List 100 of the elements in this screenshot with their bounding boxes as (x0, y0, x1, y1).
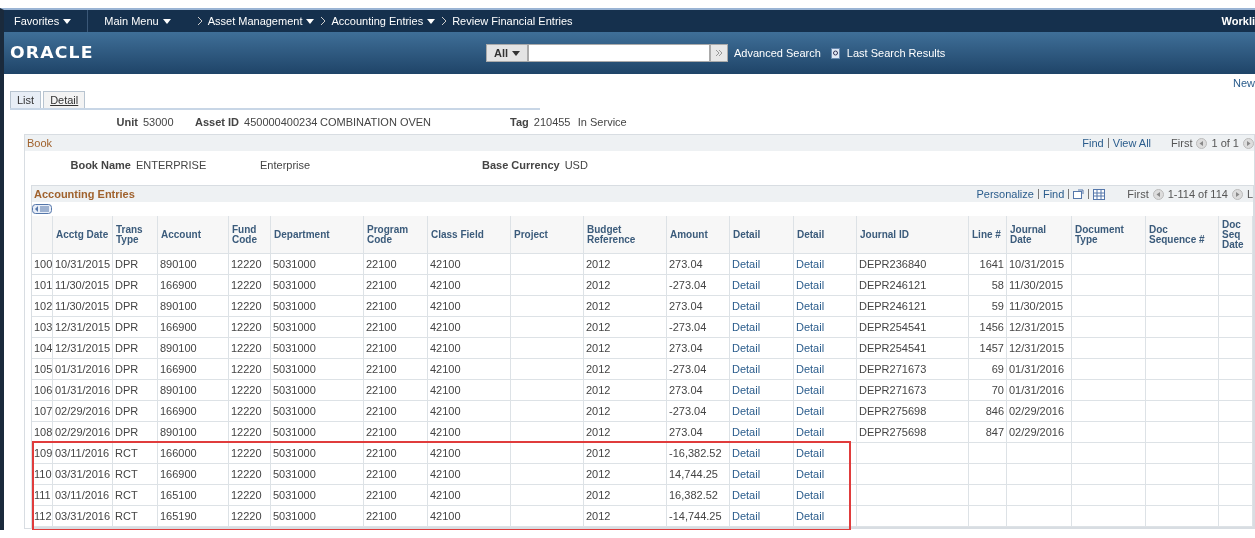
column-header[interactable]: Acctg Date (53, 216, 113, 254)
program-cell: 22100 (364, 485, 428, 505)
date-cell: 10/31/2015 (1007, 254, 1072, 274)
line-cell: 1457 (969, 338, 1007, 358)
detail-link[interactable]: Detail (730, 380, 794, 400)
grid-icon[interactable] (1093, 188, 1106, 200)
type-cell: DPR (113, 401, 158, 421)
detail-link[interactable]: Detail (794, 485, 857, 505)
budget-cell: 2012 (584, 380, 667, 400)
collapse-columns-icon[interactable] (32, 204, 52, 214)
detail-link[interactable]: Detail (730, 506, 794, 526)
column-header[interactable]: Account (158, 216, 229, 254)
detail-link[interactable]: Detail (730, 296, 794, 316)
date-cell: 11/30/2015 (53, 275, 113, 295)
class-cell: 42100 (428, 254, 511, 274)
date-cell: 03/31/2016 (53, 464, 113, 484)
detail-link[interactable]: Detail (730, 443, 794, 463)
chevron-icon (441, 17, 447, 25)
account-cell: 890100 (158, 380, 229, 400)
column-header[interactable]: Journal Date (1007, 216, 1072, 254)
previous-icon[interactable] (1196, 137, 1208, 149)
amount-cell: -14,744.25 (667, 506, 730, 526)
next-icon[interactable] (1243, 137, 1254, 149)
detail-link[interactable]: Detail (730, 338, 794, 358)
detail-link[interactable]: Detail (794, 254, 857, 274)
detail-link[interactable]: Detail (730, 422, 794, 442)
zoom-window-icon[interactable] (1073, 189, 1085, 199)
date-cell: 01/31/2016 (53, 380, 113, 400)
detail-link[interactable]: Detail (730, 254, 794, 274)
row-number: 109 (32, 443, 53, 463)
department-cell: 5031000 (271, 359, 364, 379)
class-cell: 42100 (428, 485, 511, 505)
new-window-link[interactable]: New (1233, 77, 1255, 91)
column-header[interactable]: Detail (730, 216, 794, 254)
find-link[interactable]: Find (1042, 188, 1065, 200)
detail-link[interactable]: Detail (730, 359, 794, 379)
nav-menu[interactable]: Asset Management (201, 10, 321, 32)
type-cell: RCT (113, 506, 158, 526)
date-cell: 11/30/2015 (1007, 275, 1072, 295)
search-go-button[interactable] (710, 44, 728, 62)
view-all-link[interactable]: View All (1112, 137, 1152, 149)
department-cell: 5031000 (271, 443, 364, 463)
detail-link[interactable]: Detail (730, 485, 794, 505)
column-header[interactable]: Program Code (364, 216, 428, 254)
date-cell: 01/31/2016 (1007, 380, 1072, 400)
advanced-search-link[interactable]: Advanced Search (734, 47, 821, 59)
find-link[interactable]: Find (1082, 137, 1104, 149)
tab[interactable]: Detail (43, 91, 86, 108)
column-header[interactable]: Journal ID (857, 216, 969, 254)
tag-label: Tag (510, 116, 529, 128)
column-header[interactable]: Document Type (1072, 216, 1146, 254)
worklist-link[interactable]: Workli (1221, 15, 1255, 27)
column-header[interactable]: Detail (794, 216, 857, 254)
tab[interactable]: List (10, 91, 42, 108)
type-cell: DPR (113, 380, 158, 400)
detail-link[interactable]: Detail (794, 380, 857, 400)
column-header[interactable]: Trans Type (113, 216, 158, 254)
detail-link[interactable]: Detail (794, 338, 857, 358)
previous-icon[interactable] (1152, 188, 1164, 200)
search-scope-dropdown[interactable]: All (486, 44, 528, 62)
class-cell: 42100 (428, 401, 511, 421)
column-header[interactable]: Doc Sequence # (1146, 216, 1219, 254)
account-cell: 166900 (158, 401, 229, 421)
nav-menu[interactable]: Main Menu (98, 10, 177, 32)
double-chevron-icon (715, 49, 723, 57)
department-cell: 5031000 (271, 464, 364, 484)
detail-link[interactable]: Detail (730, 464, 794, 484)
column-header[interactable]: Line # (969, 216, 1007, 254)
column-header[interactable]: Class Field (428, 216, 511, 254)
search-field[interactable] (528, 44, 710, 62)
column-header[interactable]: Project (511, 216, 584, 254)
program-cell: 22100 (364, 401, 428, 421)
detail-link[interactable]: Detail (794, 401, 857, 421)
detail-link[interactable]: Detail (730, 317, 794, 337)
detail-link[interactable]: Detail (794, 275, 857, 295)
personalize-link[interactable]: Personalize (976, 188, 1034, 200)
column-header[interactable]: Department (271, 216, 364, 254)
detail-link[interactable]: Detail (794, 506, 857, 526)
nav-menu[interactable]: Accounting Entries (325, 10, 442, 32)
detail-link[interactable]: Detail (730, 401, 794, 421)
nav-menu[interactable]: Review Financial Entries (446, 10, 579, 32)
fund-cell: 12220 (229, 254, 271, 274)
detail-link[interactable]: Detail (794, 422, 857, 442)
date-cell: 01/31/2016 (53, 359, 113, 379)
next-icon[interactable] (1231, 188, 1243, 200)
class-cell: 42100 (428, 443, 511, 463)
detail-link[interactable]: Detail (730, 275, 794, 295)
detail-link[interactable]: Detail (794, 464, 857, 484)
detail-link[interactable]: Detail (794, 359, 857, 379)
detail-link[interactable]: Detail (794, 296, 857, 316)
department-cell: 5031000 (271, 254, 364, 274)
program-cell: 22100 (364, 317, 428, 337)
column-header[interactable]: Amount (667, 216, 730, 254)
column-header[interactable]: Doc Seq Date (1219, 216, 1253, 254)
last-search-results-link[interactable]: Last Search Results (846, 47, 946, 59)
column-header[interactable]: Fund Code (229, 216, 271, 254)
department-cell: 5031000 (271, 485, 364, 505)
detail-link[interactable]: Detail (794, 317, 857, 337)
detail-link[interactable]: Detail (794, 443, 857, 463)
column-header[interactable]: Budget Reference (584, 216, 667, 254)
